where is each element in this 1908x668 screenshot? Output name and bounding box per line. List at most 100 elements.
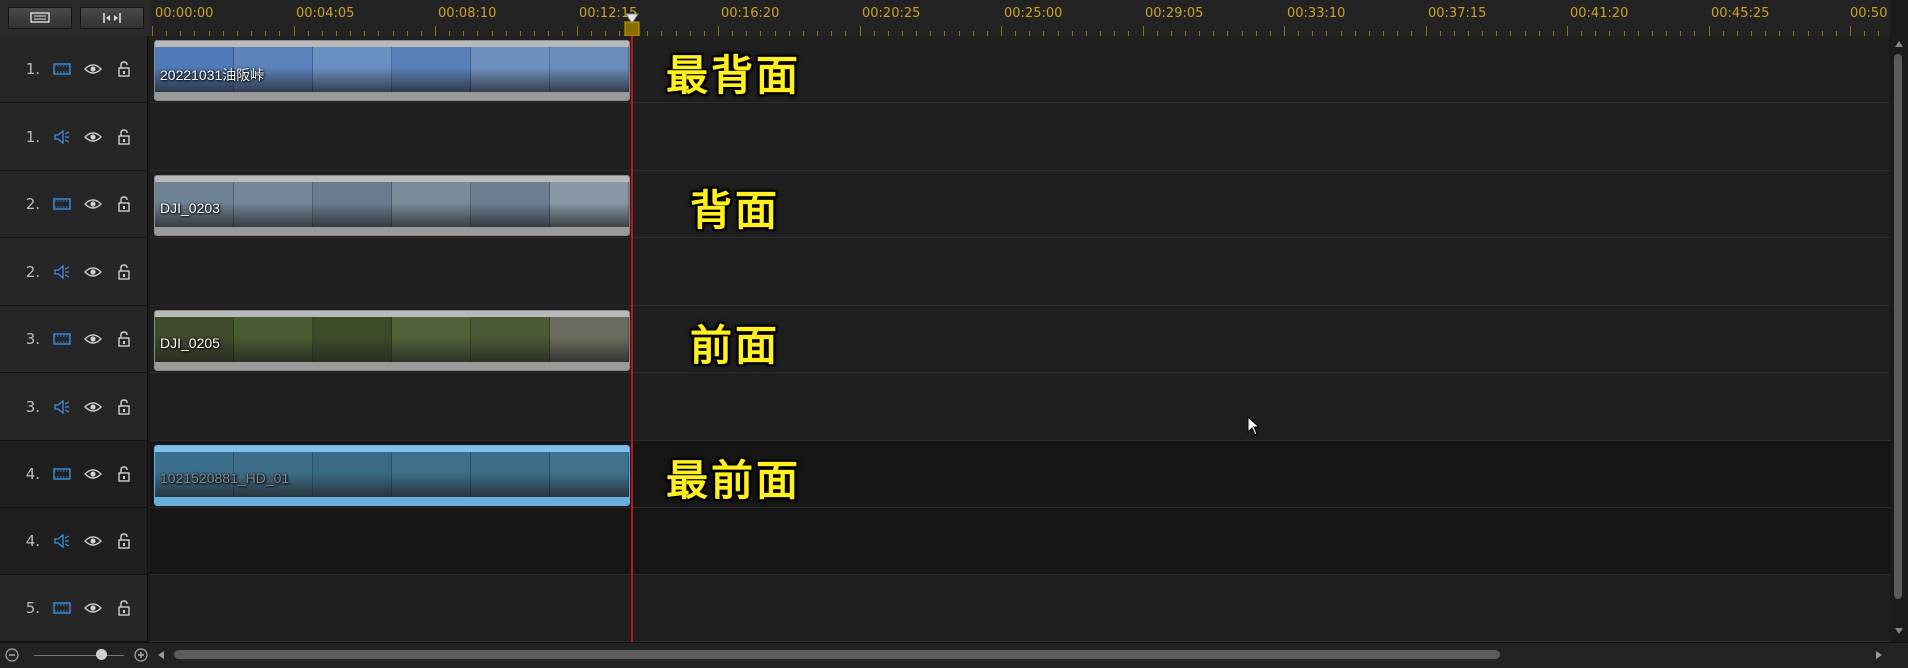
clip-bottom-strip xyxy=(155,92,629,100)
visibility-eye-icon[interactable] xyxy=(84,330,102,348)
video-clip[interactable]: 20221031油阪峠 xyxy=(154,40,630,101)
ruler-label: 00:50 xyxy=(1850,6,1888,21)
zoom-in-icon[interactable] xyxy=(134,648,148,662)
clip-thumbnail xyxy=(550,452,629,497)
track-number: 2. xyxy=(25,262,40,281)
scroll-down-icon[interactable] xyxy=(1894,626,1904,636)
lock-icon[interactable] xyxy=(115,60,133,78)
ruler-label: 00:45:25 xyxy=(1711,6,1770,21)
ruler-label: 00:37:15 xyxy=(1428,6,1487,21)
video-clip[interactable]: DJI_0203 xyxy=(154,175,630,236)
vertical-scrollbar[interactable] xyxy=(1890,36,1908,642)
clip-thumbnail xyxy=(313,182,392,227)
zoom-slider-track[interactable] xyxy=(34,655,124,656)
track-header-video[interactable]: 3. xyxy=(0,306,147,373)
ruler-tick xyxy=(859,26,861,36)
clip-filmstrip xyxy=(155,317,629,362)
clip-thumbnail xyxy=(392,317,471,362)
layer-order-label: 背面 xyxy=(690,186,781,235)
audio-track-icon xyxy=(53,128,71,146)
layer-order-label: 前面 xyxy=(690,321,781,370)
lock-icon[interactable] xyxy=(115,128,133,146)
layer-order-label: 最前面 xyxy=(666,456,802,505)
lock-icon[interactable] xyxy=(115,465,133,483)
track-header-video[interactable]: 4. xyxy=(0,441,147,508)
video-track-icon xyxy=(53,330,71,348)
clip-thumbnail xyxy=(313,452,392,497)
clip-thumbnail xyxy=(471,452,550,497)
video-track-icon xyxy=(53,465,71,483)
track-number: 1. xyxy=(25,60,40,78)
zoom-out-icon[interactable] xyxy=(5,648,19,662)
track-header-audio[interactable]: 2. xyxy=(0,238,147,306)
track-headers: 1. 1. 2. 2. 3. 3. 4. 4. 5. xyxy=(0,36,148,642)
scroll-right-icon[interactable] xyxy=(1874,650,1884,660)
video-track-icon xyxy=(53,195,71,213)
ruler-tick xyxy=(718,26,719,36)
track-lane[interactable] xyxy=(150,103,1890,171)
ruler-tick xyxy=(1001,26,1002,36)
visibility-eye-icon[interactable] xyxy=(84,195,102,213)
track-lane[interactable] xyxy=(150,373,1890,441)
track-number: 3. xyxy=(25,397,40,416)
lock-icon[interactable] xyxy=(115,330,133,348)
fit-timeline-button[interactable] xyxy=(80,7,144,29)
video-clip[interactable]: 1021520881_HD_01 xyxy=(154,445,630,506)
lock-icon[interactable] xyxy=(115,263,133,281)
ruler-label: 00:20:25 xyxy=(862,6,921,21)
scroll-left-icon[interactable] xyxy=(156,650,166,660)
ruler-label: 00:16:20 xyxy=(721,6,780,21)
zoom-slider-knob[interactable] xyxy=(96,649,107,660)
visibility-eye-icon[interactable] xyxy=(84,263,102,281)
clip-thumbnail xyxy=(471,47,550,92)
track-header-video[interactable]: 2. xyxy=(0,171,147,238)
visibility-eye-icon[interactable] xyxy=(84,465,102,483)
clip-thumbnail xyxy=(550,317,629,362)
lock-icon[interactable] xyxy=(115,195,133,213)
ruler-tick xyxy=(1850,26,1851,36)
clip-thumbnail xyxy=(392,47,471,92)
track-header-video[interactable]: 5. xyxy=(0,575,147,642)
time-ruler[interactable]: 00:00:00 00:04:05 00:08:10 00:12:15 00:16:20… xyxy=(150,0,1890,37)
lock-icon[interactable] xyxy=(115,532,133,550)
track-header-audio[interactable]: 3. xyxy=(0,373,147,441)
vertical-scroll-thumb[interactable] xyxy=(1894,54,1902,599)
video-clip[interactable]: DJI_0205 xyxy=(154,310,630,371)
track-number: 3. xyxy=(25,330,40,348)
horizontal-scroll-thumb[interactable] xyxy=(174,650,1500,659)
track-lane[interactable] xyxy=(150,575,1890,642)
clip-thumbnail xyxy=(471,317,550,362)
clip-bottom-strip xyxy=(155,227,629,235)
track-header-audio[interactable]: 1. xyxy=(0,103,147,171)
clip-name: 20221031油阪峠 xyxy=(160,67,265,83)
clip-thumbnail xyxy=(234,317,313,362)
track-lane[interactable] xyxy=(150,508,1890,575)
lock-icon[interactable] xyxy=(115,398,133,416)
audio-track-icon xyxy=(53,398,71,416)
track-number: 5. xyxy=(25,599,40,617)
track-manager-button[interactable] xyxy=(8,7,72,29)
ruler-tick xyxy=(1284,26,1285,36)
track-header-audio[interactable]: 4. xyxy=(0,508,147,575)
visibility-eye-icon[interactable] xyxy=(84,60,102,78)
ruler-label: 00:41:20 xyxy=(1570,6,1629,21)
playhead-line[interactable] xyxy=(631,36,633,642)
visibility-eye-icon[interactable] xyxy=(84,128,102,146)
fit-timeline-icon xyxy=(103,13,121,23)
clip-name: DJI_0205 xyxy=(160,335,220,351)
track-lane[interactable] xyxy=(150,238,1890,306)
track-manager-icon xyxy=(30,12,50,23)
visibility-eye-icon[interactable] xyxy=(84,398,102,416)
track-number: 4. xyxy=(25,465,40,483)
timeline-tracks[interactable]: 20221031油阪峠 最背面 DJI_0203 背面 DJI_0205 前面 102152… xyxy=(150,36,1890,642)
ruler-tick xyxy=(1708,26,1710,36)
ruler-tick xyxy=(1425,26,1427,36)
scroll-up-icon[interactable] xyxy=(1894,39,1904,49)
clip-thumbnail xyxy=(313,317,392,362)
visibility-eye-icon[interactable] xyxy=(84,532,102,550)
visibility-eye-icon[interactable] xyxy=(84,599,102,617)
track-header-video[interactable]: 1. xyxy=(0,36,147,103)
playhead-handle[interactable] xyxy=(624,12,640,36)
ruler-label: 00:00:00 xyxy=(155,6,214,21)
lock-icon[interactable] xyxy=(115,599,133,617)
